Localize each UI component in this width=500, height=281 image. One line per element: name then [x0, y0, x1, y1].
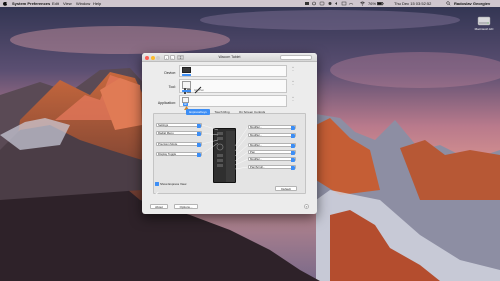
disk-icon[interactable]	[477, 14, 491, 26]
show-all-button[interactable]	[177, 55, 184, 60]
popup-value: Modifier...	[250, 157, 263, 161]
forward-button[interactable]: ›	[169, 55, 175, 60]
search-input[interactable]	[280, 55, 312, 69]
expresskey-popup-6[interactable]: Modifier...	[248, 133, 296, 138]
popup-value: Modifier...	[250, 133, 263, 137]
expresskey-popup-8[interactable]: Pan	[248, 150, 296, 155]
menu-help[interactable]: Help	[93, 0, 101, 7]
tool-strip: Grip Pen	[179, 79, 287, 94]
back-button[interactable]: ‹	[164, 55, 169, 60]
popup-arrow-icon	[197, 143, 201, 147]
options-button[interactable]: Options...	[174, 204, 198, 209]
expresskey-popup-9[interactable]: Modifier...	[248, 157, 296, 162]
application-add-remove[interactable]: + –	[290, 96, 296, 102]
popup-arrow-icon	[291, 144, 295, 148]
popup-arrow-icon	[291, 166, 295, 170]
help-icon[interactable]: ?	[304, 204, 309, 209]
about-button[interactable]: About	[150, 204, 168, 209]
expresskey-popup-3[interactable]: Precision Mode	[156, 142, 202, 147]
tab-on-screen-controls[interactable]: On Screen Controls	[234, 109, 270, 115]
application-label: Application:	[157, 101, 176, 105]
app-menu[interactable]: System Preferences	[12, 0, 50, 7]
menu-bar: System Preferences Edit View Window Help…	[0, 0, 500, 7]
application-caption: All	[183, 103, 188, 106]
popup-value: Pan	[250, 150, 255, 154]
popup-value: Precision Mode	[158, 142, 178, 146]
window-title: Wacom Tablet	[218, 55, 241, 59]
application-strip: All	[179, 95, 287, 110]
popup-arrow-icon	[197, 124, 201, 128]
functions-thumbnail[interactable]	[182, 81, 191, 94]
expresskey-popup-5[interactable]: Modifier...	[248, 125, 296, 130]
grid-icon	[178, 56, 183, 60]
device-add-remove[interactable]: + –	[290, 66, 296, 72]
popup-value: Radial Menu	[158, 131, 174, 135]
expresskey-popup-7[interactable]: Modifier...	[248, 143, 296, 148]
close-button[interactable]	[145, 55, 149, 60]
tab-expresskeys[interactable]: ExpressKeys	[186, 109, 210, 115]
minimize-button[interactable]	[150, 55, 155, 60]
popup-arrow-icon	[197, 153, 201, 157]
popup-arrow-icon	[291, 158, 295, 162]
wacom-tablet-window: ‹ › Wacom Tablet Device: + – Tool: Grip …	[142, 53, 317, 214]
popup-arrow-icon	[291, 151, 295, 155]
status-icons[interactable]	[305, 0, 355, 9]
menu-window[interactable]: Window	[76, 0, 90, 7]
device-thumbnail[interactable]	[182, 67, 191, 73]
tool-add-remove[interactable]: + –	[290, 80, 296, 86]
popup-value: Modifier...	[250, 125, 263, 129]
zoom-button[interactable]	[156, 55, 160, 60]
popup-value: Settings	[158, 123, 169, 127]
clock[interactable]: Thu Dec 15 03:52:52	[394, 0, 431, 7]
popup-arrow-icon	[291, 134, 295, 138]
tab-touch-ring[interactable]: Touch Ring	[211, 109, 233, 115]
tool-selected-bar	[182, 90, 191, 92]
expresskey-popup-1[interactable]: Settings	[156, 123, 202, 128]
menu-edit[interactable]: Edit	[52, 0, 59, 7]
title-bar[interactable]: ‹ › Wacom Tablet	[142, 53, 317, 69]
show-express-view-checkbox[interactable]	[155, 182, 159, 195]
popup-value: Pan/Scroll...	[250, 165, 266, 169]
popup-arrow-icon	[197, 132, 201, 136]
popup-value: Modifier...	[250, 143, 263, 147]
tool-caption: Grip Pen	[194, 89, 204, 92]
checkmark-icon	[155, 191, 159, 195]
spotlight-icon[interactable]	[446, 0, 451, 9]
device-selected-bar	[182, 74, 191, 76]
tool-label: Tool:	[168, 85, 176, 89]
menu-view[interactable]: View	[63, 0, 72, 7]
expresskey-popup-4[interactable]: Display Toggle	[156, 152, 202, 157]
expresskey-popup-10[interactable]: Pan/Scroll...	[248, 165, 296, 170]
show-express-view-label: Show Express View	[160, 181, 187, 186]
popup-arrow-icon	[291, 126, 295, 130]
wifi-icon[interactable]	[360, 0, 365, 9]
disk-label: Macintosh HD	[474, 27, 494, 31]
device-strip	[179, 65, 287, 77]
popup-value: Display Toggle	[158, 152, 177, 156]
battery-icon[interactable]	[377, 0, 384, 9]
battery-percent: 76%	[368, 1, 377, 6]
apple-icon[interactable]	[3, 0, 7, 7]
expresskey-popup-2[interactable]: Radial Menu	[156, 131, 202, 136]
default-button[interactable]: Default	[275, 186, 297, 191]
device-label: Device:	[164, 71, 176, 75]
user-menu[interactable]: Radoslav Georgiev	[454, 0, 490, 7]
